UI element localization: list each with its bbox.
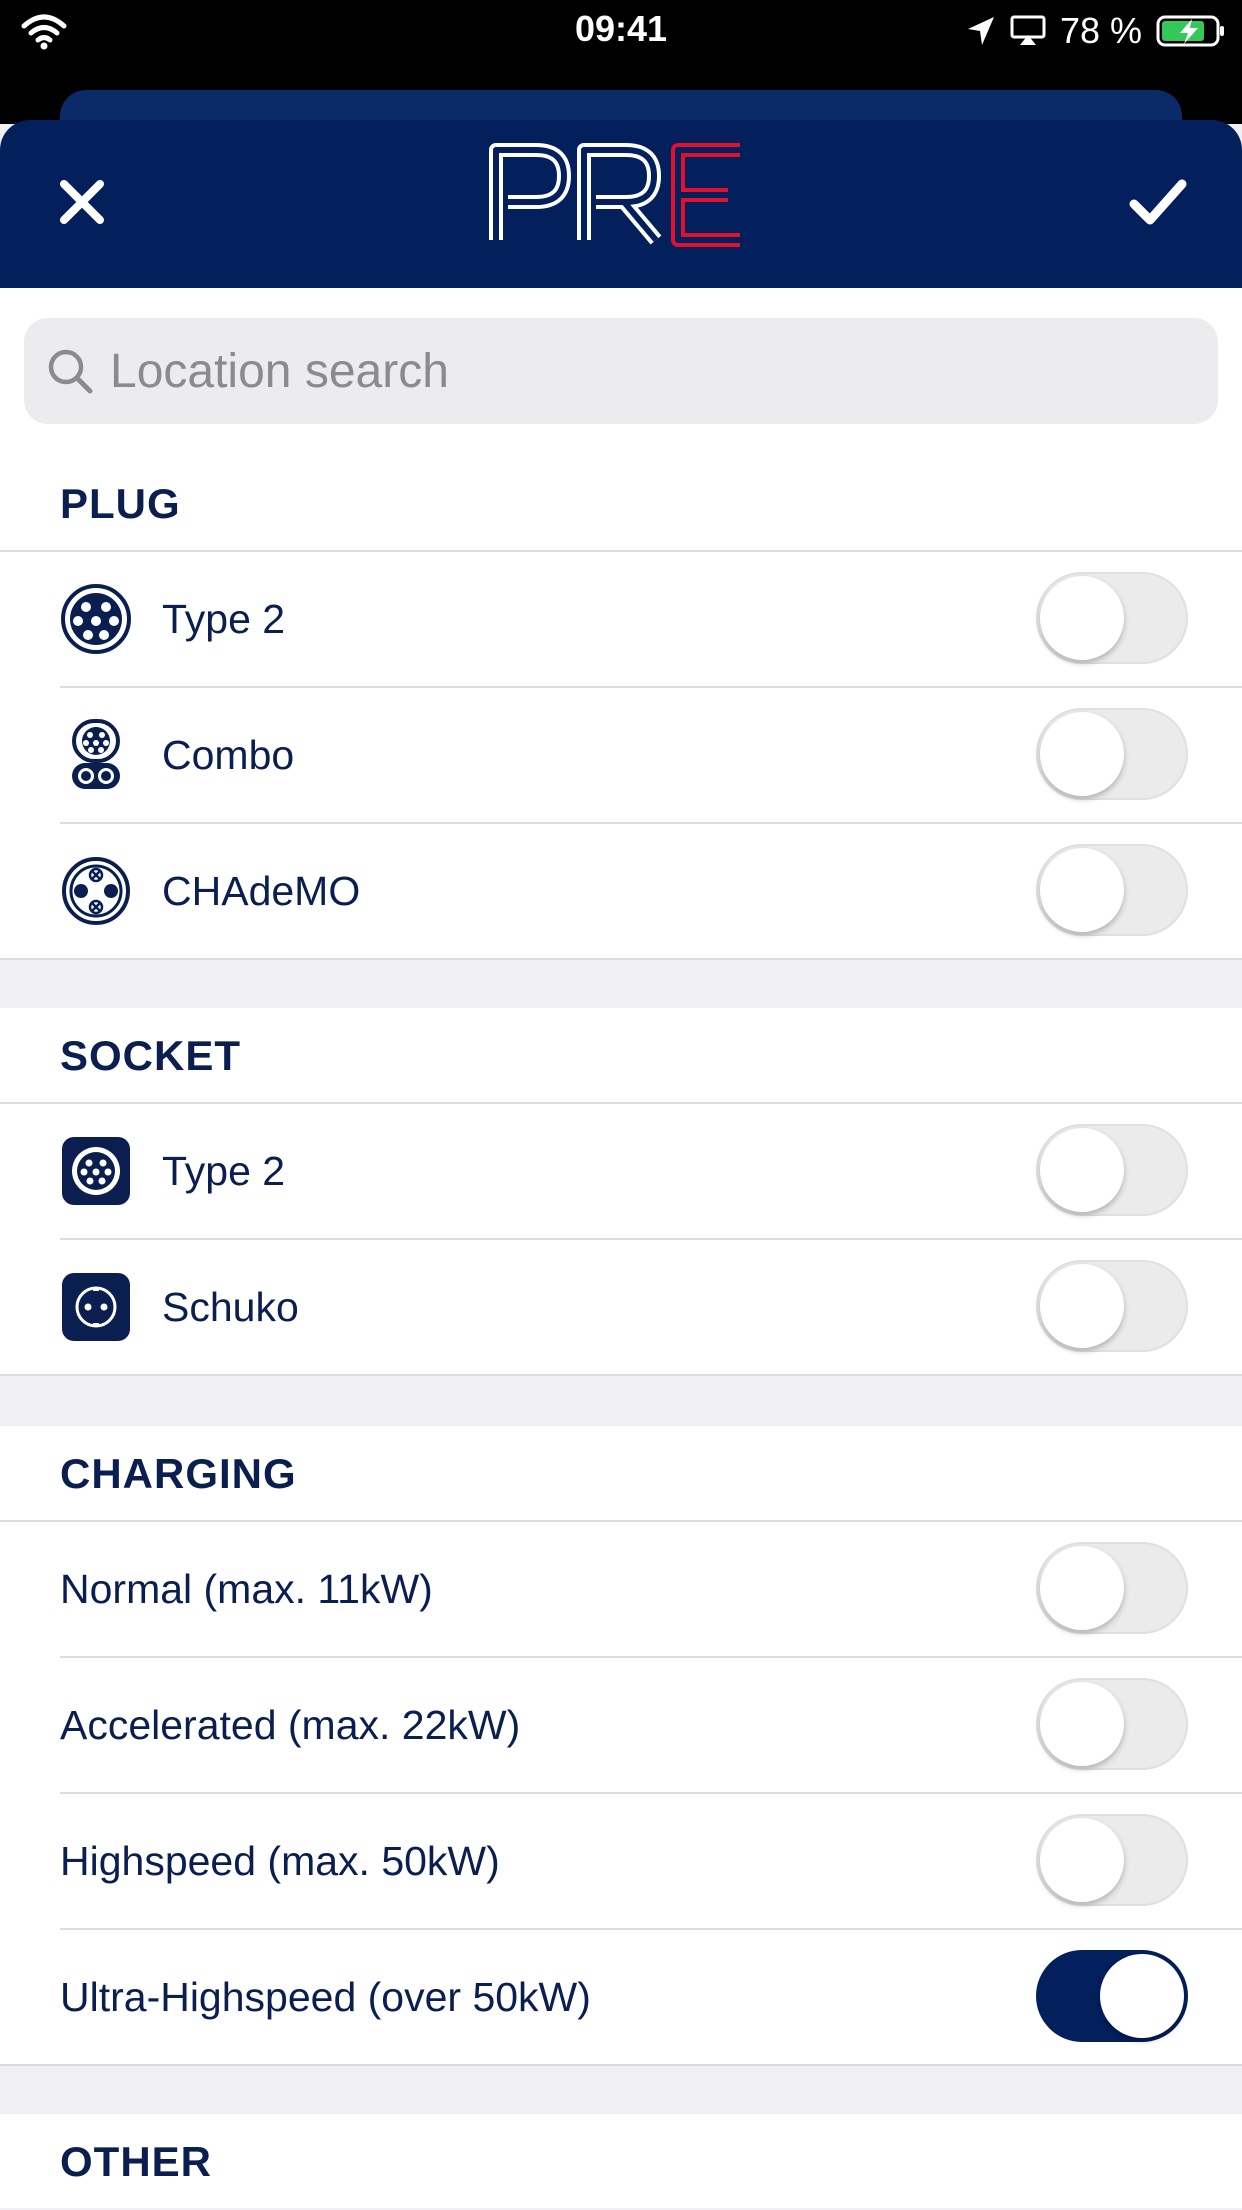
item-label: CHAdeMO: [162, 867, 361, 914]
section-title-plug: PLUG: [0, 456, 1242, 552]
airplay-icon: [1010, 15, 1046, 45]
item-label: Schuko: [162, 1283, 299, 1330]
item-label: Accelerated (max. 22kW): [60, 1701, 521, 1748]
item-label: Type 2: [162, 1147, 286, 1194]
list-item-charging-normal: Normal (max. 11kW): [60, 1522, 1242, 1658]
close-icon[interactable]: [52, 172, 112, 232]
item-label: Ultra-Highspeed (over 50kW): [60, 1973, 591, 2020]
toggle-charging-highspeed[interactable]: [1036, 1814, 1188, 1906]
sheet-backdrop: [0, 64, 1242, 150]
item-label: Combo: [162, 731, 295, 778]
schuko-socket-icon: [62, 1273, 130, 1341]
toggle-socket-schuko[interactable]: [1036, 1260, 1188, 1352]
toggle-charging-normal[interactable]: [1036, 1542, 1188, 1634]
section-title-other: OTHER: [60, 2138, 212, 2185]
search-icon: [48, 349, 93, 394]
toggle-socket-type2[interactable]: [1036, 1124, 1188, 1216]
toggle-plug-combo[interactable]: [1036, 708, 1188, 800]
item-label: Normal (max. 11kW): [60, 1565, 433, 1612]
plug-section: PLUG Type 2 Combo CHAdeMO: [0, 456, 1242, 960]
section-title-charging: CHARGING: [0, 1426, 1242, 1522]
other-section: OTHER: [0, 2114, 1242, 2208]
search-input[interactable]: [108, 342, 1112, 400]
toggle-plug-type2[interactable]: [1036, 572, 1188, 664]
status-bar: 09:41 78 %: [0, 0, 1242, 64]
chademo-plug-icon: [62, 857, 130, 925]
list-item-plug-type2: Type 2: [60, 552, 1242, 688]
nav-header: [0, 120, 1242, 288]
type2-plug-icon: [61, 584, 131, 654]
toggle-charging-ultra-highspeed[interactable]: [1036, 1950, 1188, 2042]
toggle-plug-chademo[interactable]: [1036, 844, 1188, 936]
battery-charging-icon: [1156, 15, 1224, 47]
search-bar[interactable]: [24, 318, 1218, 424]
list-item-socket-schuko: Schuko: [0, 1240, 1242, 1376]
item-label: Highspeed (max. 50kW): [60, 1837, 500, 1884]
toggle-charging-accelerated[interactable]: [1036, 1678, 1188, 1770]
item-label: Type 2: [162, 595, 286, 642]
search-area: [0, 288, 1242, 458]
list-item-charging-highspeed: Highspeed (max. 50kW): [60, 1794, 1242, 1930]
pre-logo: [489, 143, 740, 247]
combo-plug-icon: [72, 719, 120, 789]
section-title-socket: SOCKET: [0, 1008, 1242, 1104]
confirm-check-icon[interactable]: [1126, 172, 1190, 232]
list-item-socket-type2: Type 2: [60, 1104, 1242, 1240]
socket-section: SOCKET Type 2 Schuko: [0, 1008, 1242, 1376]
battery-percent: 78 %: [1059, 10, 1142, 51]
list-item-charging-ultra-highspeed: Ultra-Highspeed (over 50kW): [0, 1930, 1242, 2066]
list-item-plug-chademo: CHAdeMO: [0, 824, 1242, 960]
list-item-plug-combo: Combo: [60, 688, 1242, 824]
location-arrow-icon: [967, 17, 994, 45]
charging-section: CHARGING Normal (max. 11kW) Accelerated …: [0, 1426, 1242, 2066]
list-item-charging-accelerated: Accelerated (max. 22kW): [60, 1658, 1242, 1794]
type2-socket-icon: [62, 1137, 130, 1205]
